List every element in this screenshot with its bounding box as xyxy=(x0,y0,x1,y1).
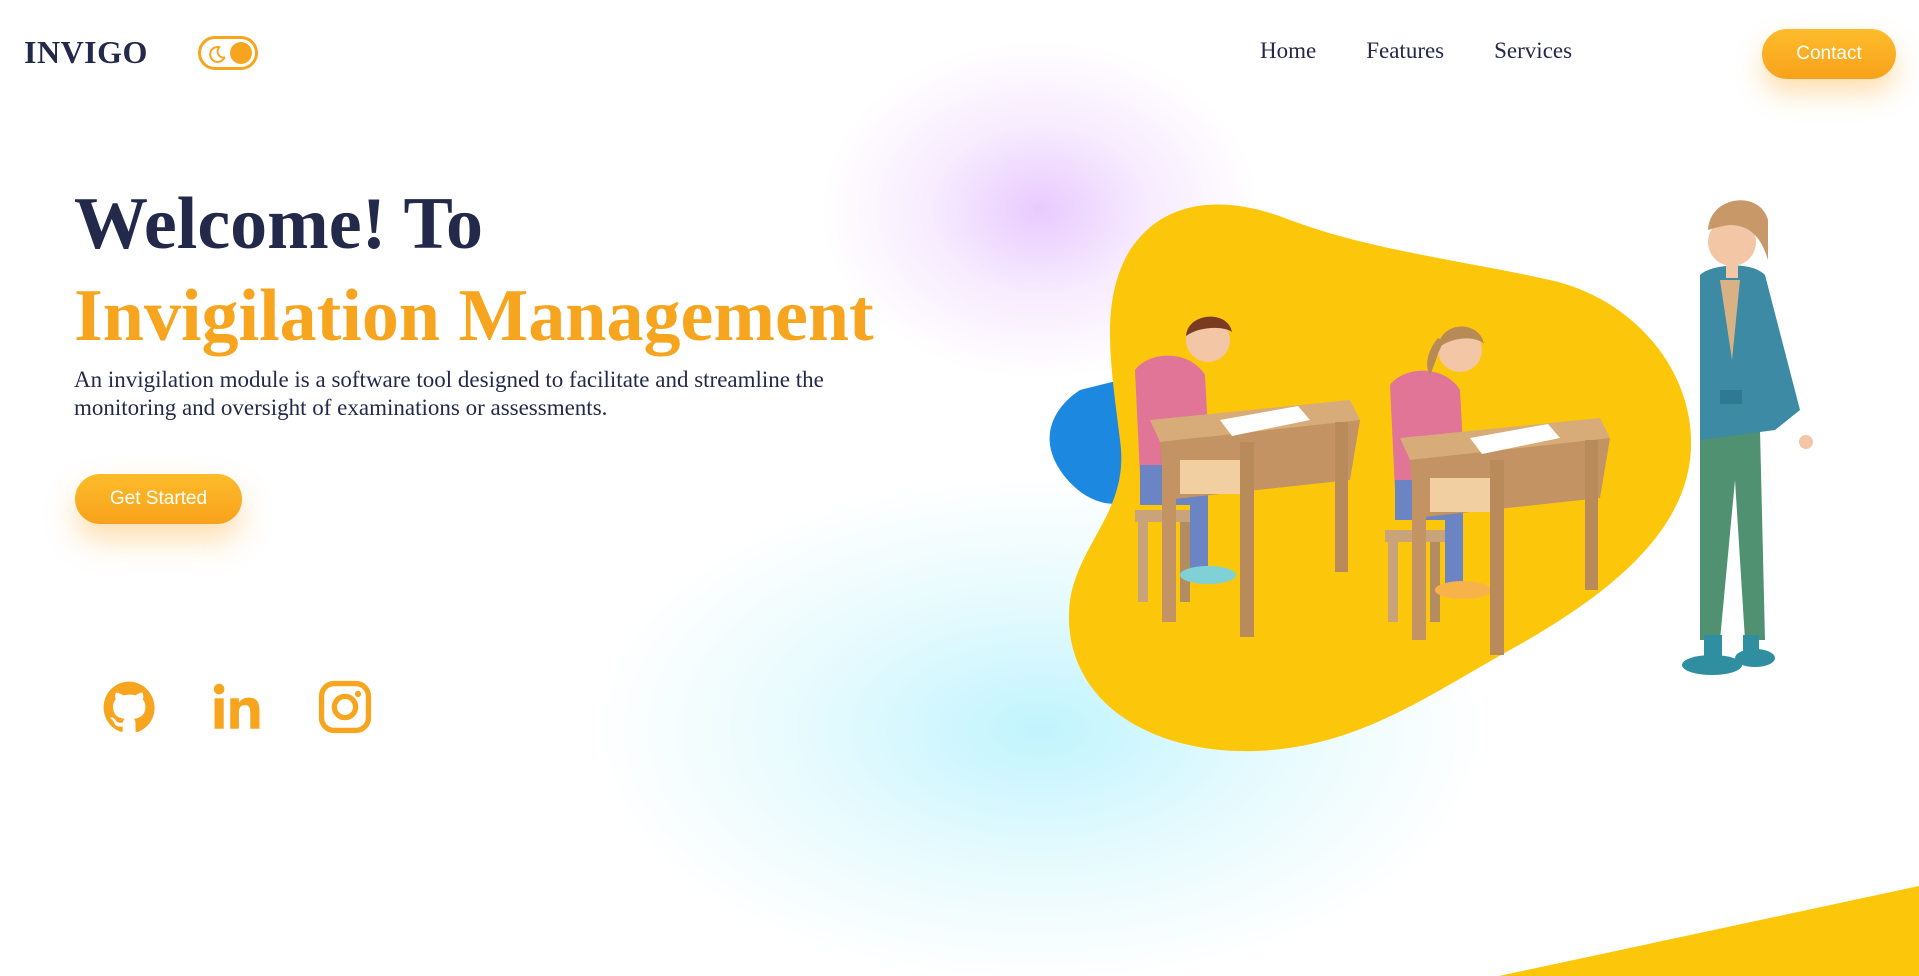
linkedin-icon[interactable] xyxy=(208,676,266,738)
hero-description: An invigilation module is a software too… xyxy=(74,367,824,420)
exam-illustration xyxy=(1049,200,1813,752)
nav-home[interactable]: Home xyxy=(1260,38,1316,64)
toggle-knob xyxy=(230,42,252,64)
teacher-figure xyxy=(1682,200,1813,675)
contact-button[interactable]: Contact xyxy=(1762,29,1896,79)
nav-features[interactable]: Features xyxy=(1366,38,1444,64)
moon-icon xyxy=(209,45,226,63)
github-icon[interactable] xyxy=(100,676,158,738)
theme-toggle[interactable] xyxy=(198,36,258,70)
main-nav: Home Features Services xyxy=(1260,38,1572,64)
hero-title: Welcome! To xyxy=(74,183,484,265)
instagram-icon[interactable] xyxy=(316,676,374,738)
social-links xyxy=(100,676,374,738)
get-started-button[interactable]: Get Started xyxy=(75,474,242,524)
hero-subtitle: Invigilation Management xyxy=(74,275,874,357)
landing-page: INVIGO Home Features Services Contact We… xyxy=(0,0,1919,976)
brand-logo[interactable]: INVIGO xyxy=(24,34,148,71)
nav-services[interactable]: Services xyxy=(1494,38,1572,64)
corner-accent xyxy=(1499,886,1919,976)
